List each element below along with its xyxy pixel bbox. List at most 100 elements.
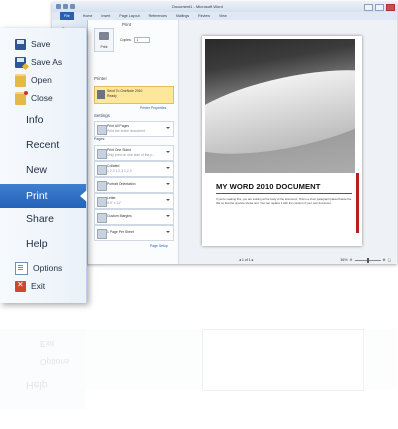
fit-page-icon[interactable]: ▢ — [388, 258, 391, 262]
orientation-select[interactable]: Portrait Orientation — [94, 177, 174, 193]
menu-item-label: Help — [26, 238, 48, 250]
page-setup-link[interactable]: Page Setup — [150, 244, 168, 248]
option-main: Collated — [107, 164, 120, 168]
menu-item-print[interactable]: Print — [0, 184, 87, 208]
maximize-icon[interactable] — [375, 4, 384, 11]
tab-file[interactable]: File — [60, 12, 74, 20]
save-icon[interactable] — [63, 4, 68, 9]
printer-heading: Printer — [94, 76, 107, 81]
undo-icon[interactable] — [70, 4, 75, 9]
menu-item-save[interactable]: Save — [0, 34, 86, 54]
print-range-select[interactable]: Print All Pages Print the entire document — [94, 121, 174, 137]
pages-icon — [97, 125, 107, 135]
option-main: Portrait Orientation — [107, 182, 136, 186]
open-folder-icon — [15, 73, 26, 87]
settings-heading: Settings — [94, 113, 110, 118]
menu-item-save-as[interactable]: Save As — [0, 52, 86, 72]
option-main: Letter — [107, 196, 116, 200]
tab-home[interactable]: Home — [83, 14, 93, 18]
zoom-slider-knob[interactable] — [366, 257, 369, 263]
tab-review[interactable]: Review — [198, 14, 210, 18]
preview-page: MY WORD 2010 DOCUMENT If you're reading … — [202, 36, 362, 246]
tab-view[interactable]: View — [219, 14, 227, 18]
chevron-down-icon — [166, 231, 170, 233]
onenote-printer-icon — [97, 90, 105, 99]
title-bar: Document1 - Microsoft Word — [52, 2, 397, 12]
save-as-icon — [15, 56, 26, 68]
window-title: Document1 - Microsoft Word — [172, 4, 223, 9]
menu-item-info[interactable]: Info — [0, 110, 86, 130]
option-sub: Only print on one side of the p... — [107, 152, 156, 157]
chevron-down-icon — [166, 127, 170, 129]
menu-item-options[interactable]: Options — [0, 258, 86, 278]
menu-item-label: Open — [31, 75, 52, 85]
printer-properties-link[interactable]: Printer Properties — [140, 106, 166, 110]
page-navigator[interactable]: ◂ 1 of 1 ▸ — [239, 258, 254, 262]
option-sub: Print the entire document — [107, 128, 145, 133]
chevron-down-icon — [166, 167, 170, 169]
chevron-down-icon — [166, 183, 170, 185]
sides-select[interactable]: Print One Sided Only print on one side of… — [94, 145, 174, 161]
minimize-icon[interactable] — [364, 4, 373, 11]
menu-item-label: Options — [33, 263, 63, 273]
quick-access-toolbar — [56, 4, 75, 9]
menu-item-close[interactable]: Close — [0, 88, 86, 108]
printer-name: Send To OneNote 2010 — [107, 89, 143, 93]
reflected-options-label: Options — [40, 357, 70, 367]
next-page-icon[interactable]: ▸ — [251, 258, 254, 262]
copies-control: Copies: 1 — [120, 37, 151, 43]
menu-item-label: New — [26, 164, 48, 176]
option-main: Print All Pages — [107, 124, 130, 128]
zoom-level: 36% — [340, 258, 348, 262]
margins-icon — [97, 213, 107, 223]
menu-item-open[interactable]: Open — [0, 70, 86, 90]
zoom-slider[interactable] — [354, 257, 381, 263]
chevron-down-icon — [166, 151, 170, 153]
word-window: Document1 - Microsoft Word File Home Ins… — [52, 2, 397, 264]
margins-select[interactable]: Custom Margins — [94, 209, 174, 225]
zoom-out-icon[interactable]: ⊖ — [350, 258, 353, 262]
close-document-icon — [15, 90, 28, 105]
printer-select[interactable]: Send To OneNote 2010 Ready — [94, 86, 174, 104]
option-sub: 1,2,3 1,2,3 1,2,3 — [107, 168, 132, 173]
option-main: 1 Page Per Sheet — [107, 230, 134, 234]
menu-item-help[interactable]: Help — [0, 234, 86, 254]
pages-label: Pages: — [94, 137, 106, 141]
file-menu: Save Save As Open Close Info Recent New … — [0, 28, 87, 303]
pages-per-sheet-select[interactable]: 1 Page Per Sheet — [94, 225, 174, 241]
word-logo-icon — [56, 4, 61, 9]
title-rule — [216, 193, 352, 194]
mirror-reflection: Exit Options Help — [0, 329, 398, 429]
option-main: Print One Sided — [107, 148, 131, 152]
print-button[interactable]: Print — [94, 28, 114, 52]
copies-input[interactable]: 1 — [134, 37, 151, 43]
menu-item-label: Print — [26, 190, 48, 202]
print-button-label: Print — [100, 45, 108, 49]
menu-item-label: Close — [31, 93, 53, 103]
collated-icon — [97, 165, 107, 175]
collation-select[interactable]: Collated 1,2,3 1,2,3 1,2,3 — [94, 161, 174, 177]
paper-size-select[interactable]: Letter 8.5" x 11" — [94, 193, 174, 209]
window-controls — [364, 4, 395, 11]
printer-icon — [99, 32, 109, 40]
menu-item-share[interactable]: Share — [0, 209, 86, 229]
tab-mailings[interactable]: Mailings — [176, 14, 189, 18]
exit-icon — [15, 280, 26, 292]
portrait-icon — [97, 181, 107, 191]
tab-insert[interactable]: Insert — [101, 14, 110, 18]
tab-page-layout[interactable]: Page Layout — [119, 14, 139, 18]
menu-item-exit[interactable]: Exit — [0, 276, 86, 296]
close-icon[interactable] — [386, 4, 395, 11]
tab-references[interactable]: References — [149, 14, 167, 18]
chevron-down-icon — [166, 215, 170, 217]
menu-item-new[interactable]: New — [0, 160, 86, 180]
option-sub: 8.5" x 11" — [107, 200, 122, 205]
copies-value: 1 — [136, 38, 139, 42]
chevron-down-icon — [166, 199, 170, 201]
zoom-control: 36% ⊖ ⊕ ▢ — [340, 257, 391, 263]
menu-item-label: Save — [31, 39, 51, 49]
zoom-in-icon[interactable]: ⊕ — [383, 258, 386, 262]
copies-label: Copies: — [120, 37, 132, 42]
menu-item-recent[interactable]: Recent — [0, 135, 86, 155]
option-main: Custom Margins — [107, 214, 132, 218]
